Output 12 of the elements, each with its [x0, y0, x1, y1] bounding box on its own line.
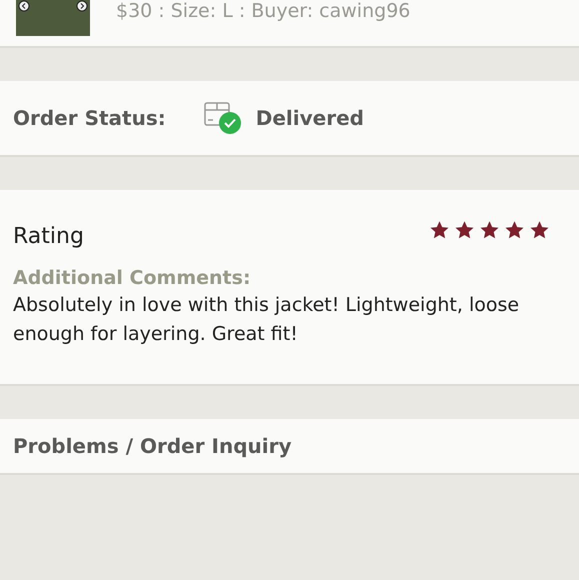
comments-text: Absolutely in love with this jacket! Lightweight, loose enough for layering. Great fit! — [13, 293, 520, 347]
order-status-value: Delivered — [256, 106, 364, 130]
star-icon — [529, 220, 550, 240]
order-status-label: Order Status: — [13, 106, 166, 130]
delivered-box-icon — [204, 101, 242, 135]
star-icon — [479, 220, 500, 240]
listing-summary: $30 : Size: L : Buyer: cawing96 — [116, 0, 410, 22]
rating-label: Rating — [13, 224, 84, 249]
comments-label: Additional Comments: — [13, 267, 252, 289]
star-icon — [454, 220, 475, 240]
star-icon — [429, 220, 450, 240]
star-icon — [504, 220, 525, 240]
